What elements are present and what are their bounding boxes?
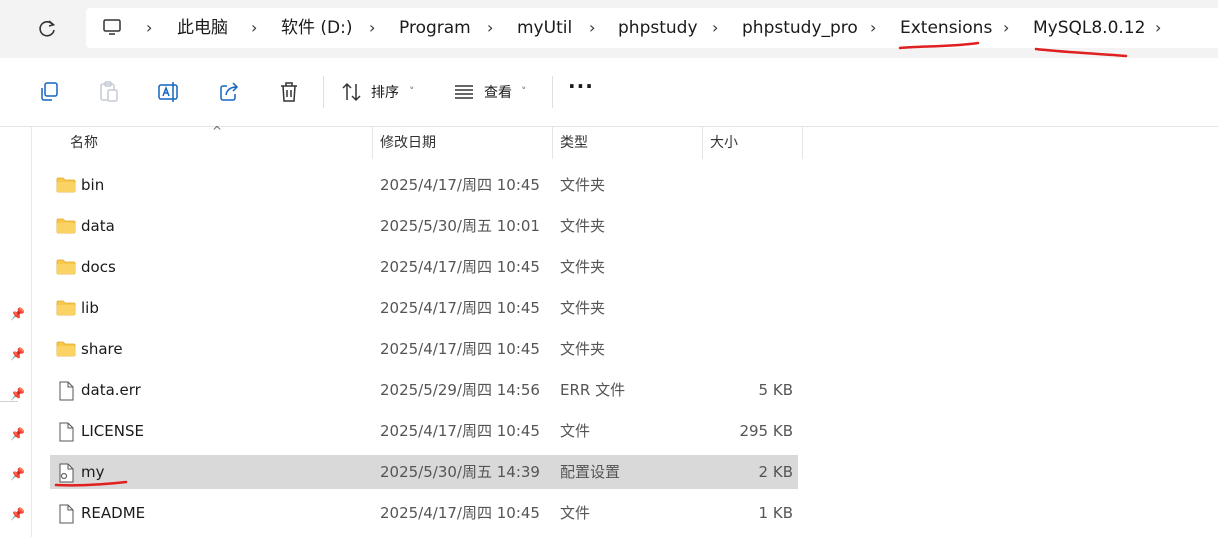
annotation-overlay	[54, 41, 1128, 487]
annotation-underline	[1034, 47, 1128, 58]
annotation-underline	[54, 480, 128, 487]
annotation-underline	[898, 41, 980, 50]
